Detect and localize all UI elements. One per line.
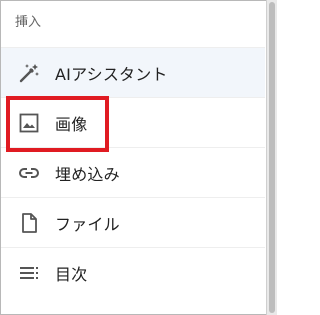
menu-item-embed[interactable]: 埋め込み [1,147,265,197]
magic-wand-icon [16,60,42,86]
file-icon [16,210,42,236]
scrollbar-thumb[interactable] [269,2,275,313]
menu-item-file[interactable]: ファイル [1,197,265,247]
menu-item-image[interactable]: 画像 [1,97,265,147]
menu-item-ai-assistant[interactable]: AIアシスタント [1,47,265,97]
menu-item-label: 画像 [55,114,88,134]
vertical-scrollbar[interactable] [266,0,277,315]
image-icon [16,110,42,136]
menu-item-label: AIアシスタント [55,64,168,84]
menu-header: 挿入 [15,15,42,30]
link-icon [16,160,42,186]
toc-icon [16,260,42,286]
menu-item-label: ファイル [55,214,120,234]
menu-item-label: 目次 [55,264,88,284]
insert-menu-list: AIアシスタント 画像 埋め込み ファイル 目次 [1,47,265,297]
insert-menu-panel: 挿入 AIアシスタント 画像 埋め込み ファイル 目次 [1,1,265,313]
menu-item-toc[interactable]: 目次 [1,247,265,297]
menu-item-label: 埋め込み [55,164,120,184]
